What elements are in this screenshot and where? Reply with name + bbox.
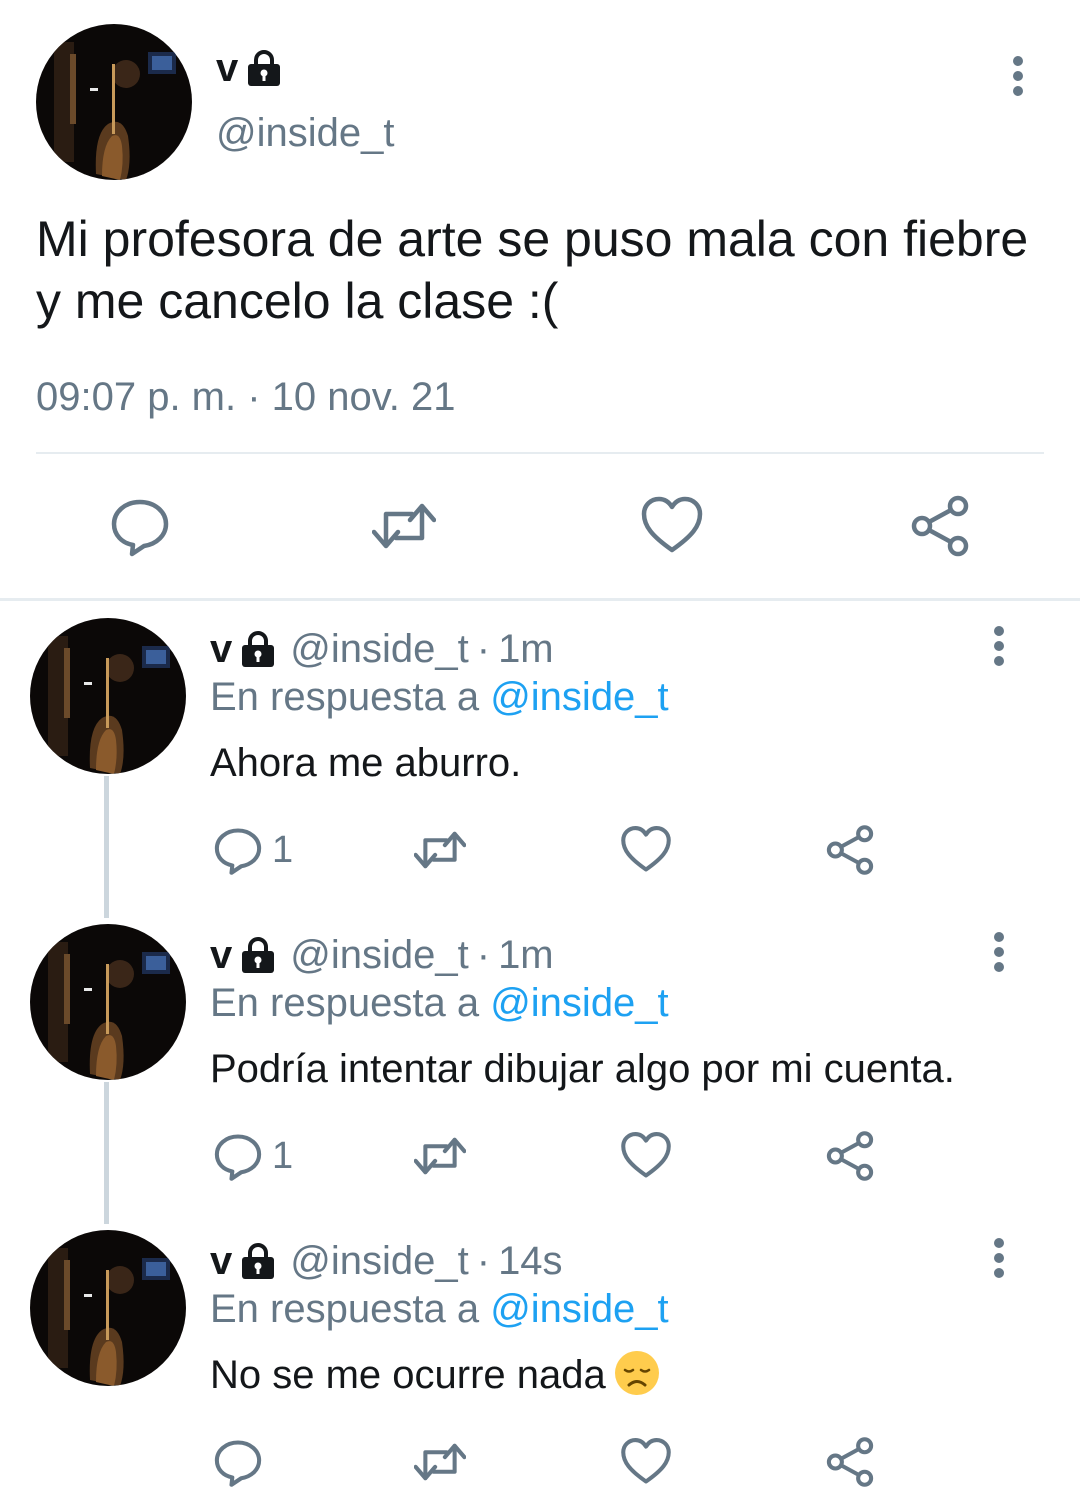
thread-line bbox=[104, 1082, 109, 1224]
username[interactable]: @inside_t bbox=[290, 624, 468, 674]
display-name[interactable]: v bbox=[216, 44, 284, 92]
reply-header: v @inside_t · 1m bbox=[210, 624, 554, 674]
retweet-icon[interactable] bbox=[414, 824, 466, 876]
reply-count: 1 bbox=[272, 1135, 294, 1177]
reply-time[interactable]: 14s bbox=[498, 1236, 563, 1286]
thread-line bbox=[104, 776, 109, 918]
replying-to-label: En respuesta a bbox=[210, 981, 480, 1025]
replying-to-label: En respuesta a bbox=[210, 1287, 480, 1331]
lock-icon bbox=[244, 48, 284, 88]
tweet-text: Mi profesora de arte se puso mala con fi… bbox=[36, 211, 1029, 329]
username[interactable]: @inside_t bbox=[290, 930, 468, 980]
display-name[interactable]: v bbox=[210, 930, 232, 980]
display-name[interactable]: v bbox=[210, 624, 232, 674]
reply-icon[interactable] bbox=[212, 1436, 264, 1488]
avatar[interactable] bbox=[30, 618, 186, 774]
like-icon[interactable] bbox=[620, 824, 672, 876]
tweet-detail-page: v @inside_t Mi profesora de arte se puso… bbox=[0, 0, 1080, 1512]
reply-time[interactable]: 1m bbox=[498, 624, 554, 674]
reply-text: Podría intentar dibujar algo por mi cuen… bbox=[210, 1047, 955, 1091]
reply-icon[interactable] bbox=[108, 494, 172, 558]
retweet-icon[interactable] bbox=[414, 1436, 466, 1488]
reply-text-container: No se me ocurre nada bbox=[210, 1350, 660, 1400]
retweet-icon[interactable] bbox=[414, 1130, 466, 1182]
separator-dot: · bbox=[476, 627, 491, 671]
divider bbox=[0, 598, 1080, 601]
mention-link[interactable]: @inside_t bbox=[490, 981, 668, 1025]
lock-icon bbox=[238, 629, 278, 669]
more-options-icon[interactable] bbox=[986, 932, 1012, 972]
username[interactable]: @inside_t bbox=[216, 108, 394, 158]
display-name[interactable]: v bbox=[210, 1236, 232, 1286]
like-icon[interactable] bbox=[640, 494, 704, 558]
share-icon[interactable] bbox=[908, 494, 972, 558]
separator-dot: · bbox=[476, 933, 491, 977]
avatar[interactable] bbox=[36, 24, 192, 180]
more-options-icon[interactable] bbox=[1004, 56, 1032, 96]
replying-to: En respuesta a @inside_t bbox=[210, 1284, 669, 1334]
divider bbox=[36, 452, 1044, 454]
reply-icon[interactable] bbox=[212, 1130, 264, 1182]
avatar[interactable] bbox=[30, 924, 186, 1080]
like-icon[interactable] bbox=[620, 1130, 672, 1182]
lock-icon bbox=[238, 935, 278, 975]
reply-time[interactable]: 1m bbox=[498, 930, 554, 980]
reply-icon[interactable] bbox=[212, 824, 264, 876]
reply-text: Ahora me aburro. bbox=[210, 741, 522, 785]
replying-to: En respuesta a @inside_t bbox=[210, 672, 669, 722]
display-name-text: v bbox=[216, 46, 239, 90]
reply-header: v @inside_t · 14s bbox=[210, 1236, 563, 1286]
replying-to: En respuesta a @inside_t bbox=[210, 978, 669, 1028]
more-options-icon[interactable] bbox=[986, 626, 1012, 666]
share-icon[interactable] bbox=[824, 1130, 876, 1182]
mention-link[interactable]: @inside_t bbox=[490, 1287, 668, 1331]
replying-to-label: En respuesta a bbox=[210, 675, 480, 719]
mention-link[interactable]: @inside_t bbox=[490, 675, 668, 719]
reply-text: No se me ocurre nada bbox=[210, 1353, 606, 1397]
share-icon[interactable] bbox=[824, 1436, 876, 1488]
tweet-timestamp[interactable]: 09:07 p. m. · 10 nov. 21 bbox=[36, 372, 456, 422]
retweet-icon[interactable] bbox=[372, 494, 436, 558]
separator-dot: · bbox=[476, 1239, 491, 1283]
reply-header: v @inside_t · 1m bbox=[210, 930, 554, 980]
avatar[interactable] bbox=[30, 1230, 186, 1386]
username[interactable]: @inside_t bbox=[290, 1236, 468, 1286]
reply-count: 1 bbox=[272, 829, 294, 871]
more-options-icon[interactable] bbox=[986, 1238, 1012, 1278]
share-icon[interactable] bbox=[824, 824, 876, 876]
disappointed-face-emoji-icon bbox=[614, 1350, 660, 1396]
lock-icon bbox=[238, 1241, 278, 1281]
like-icon[interactable] bbox=[620, 1436, 672, 1488]
